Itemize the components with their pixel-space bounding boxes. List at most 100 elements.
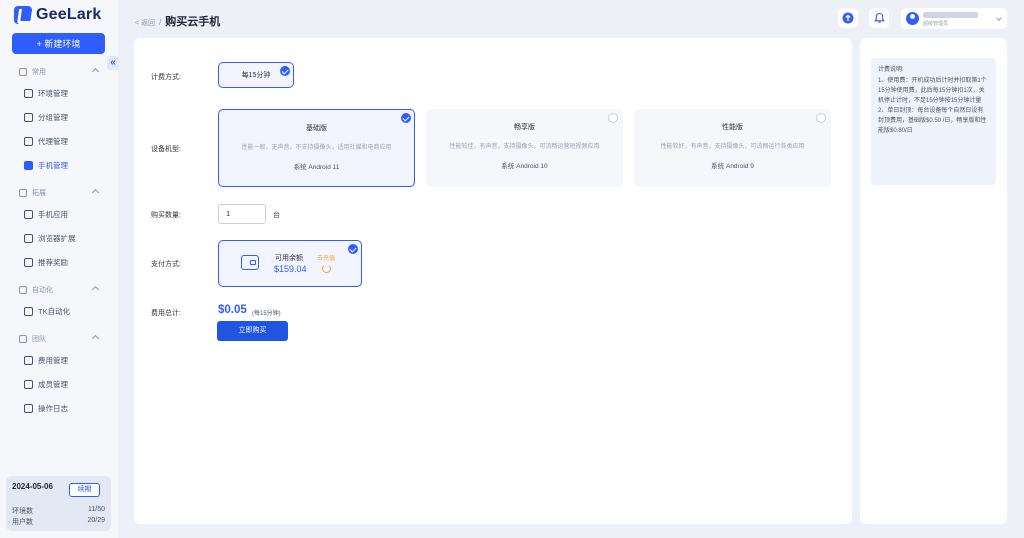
billing-info-box: 计费说明: 1、使用费：开机成功后计时并扣取第1个15分钟使用费，此后每15分钟… bbox=[871, 58, 996, 185]
user-role: 超级管理员 bbox=[923, 21, 949, 27]
nav-group-title[interactable]: 拓展 bbox=[0, 184, 118, 202]
plan-stats-card: 2024-05-06 续期 环境数 11/50 用户数 20/29 bbox=[6, 476, 111, 531]
page-title: 购买云手机 bbox=[165, 16, 221, 28]
wallet-icon bbox=[241, 255, 259, 270]
billing-info-title: 计费说明: bbox=[878, 67, 904, 73]
user-menu[interactable]: 超级管理员 bbox=[901, 8, 1007, 29]
app-logo[interactable]: GeeLark bbox=[14, 6, 101, 24]
chevron-up-icon bbox=[91, 188, 100, 197]
user-name-redacted bbox=[923, 12, 978, 18]
notifications-button[interactable] bbox=[869, 8, 889, 28]
radio-unselected-icon bbox=[608, 113, 618, 123]
model-card-performance[interactable]: 性能版 性能较好，有声音，支持摄像头，可流畅运行各类应用 系统 Android … bbox=[634, 109, 831, 187]
sidebar-item-label: 代理管理 bbox=[38, 136, 68, 146]
sidebar-item-label: 手机应用 bbox=[38, 209, 68, 219]
sidebar-item-environments[interactable]: 环境管理 bbox=[0, 81, 118, 105]
sidebar-item-label: TK自动化 bbox=[38, 306, 71, 316]
total-cost: $0.05 bbox=[218, 304, 247, 316]
model-os: 系统 Android 10 bbox=[501, 163, 548, 170]
model-card-enjoy[interactable]: 畅享版 性能较佳，有声音，支持摄像头，可流畅运营短视频应用 系统 Android… bbox=[426, 109, 623, 187]
sidebar-item-referral[interactable]: 推荐奖励 bbox=[0, 250, 118, 274]
payment-label: 支付方式: bbox=[151, 261, 181, 268]
model-name: 基础版 bbox=[306, 125, 327, 132]
sidebar: GeeLark + 新建环境 常用 环境管理 分组管理 代理管理 手机管理 拓展… bbox=[0, 0, 118, 538]
purchase-form-panel: 计费方式: 每15分钟 设备机型: 基础版 性能一般，无声音，不支持摄像头，适用… bbox=[134, 38, 852, 524]
sidebar-item-groups[interactable]: 分组管理 bbox=[0, 105, 118, 129]
billing-info-line-2: 2、单日封顶：每台设备每个自然日设有封顶费用，基础版$0.50 /日，畅享版和性… bbox=[878, 108, 987, 134]
automation-icon bbox=[19, 286, 27, 294]
quantity-unit: 台 bbox=[273, 212, 280, 219]
balance-label: 可用余额 bbox=[275, 255, 303, 262]
nav-group-extensions: 拓展 手机应用 浏览器扩展 推荐奖励 bbox=[0, 184, 118, 274]
billing-info-panel: 计费说明: 1、使用费：开机成功后计时并扣取第1个15分钟使用费，此后每15分钟… bbox=[860, 38, 1007, 524]
quantity-input[interactable]: 1 bbox=[218, 204, 266, 224]
upload-arrow-icon bbox=[842, 12, 854, 24]
bell-icon bbox=[873, 12, 885, 23]
back-link[interactable]: < 返回 bbox=[135, 18, 155, 28]
sidebar-item-label: 手机管理 bbox=[38, 160, 68, 170]
sidebar-item-label: 推荐奖励 bbox=[38, 257, 68, 267]
billing-label: 计费方式: bbox=[151, 74, 181, 81]
sidebar-item-label: 环境管理 bbox=[38, 88, 68, 98]
model-name: 性能版 bbox=[722, 124, 743, 131]
recharge-link[interactable]: 去充值 bbox=[317, 253, 335, 262]
collapse-sidebar-button[interactable]: « bbox=[107, 56, 119, 70]
payment-option-balance[interactable]: 可用余额 $159.04 去充值 bbox=[218, 240, 362, 287]
model-card-basic[interactable]: 基础版 性能一般，无声音，不支持摄像头，适用社媒和电商应用 系统 Android… bbox=[218, 109, 415, 187]
log-icon bbox=[24, 403, 33, 413]
model-os: 系统 Android 11 bbox=[293, 164, 340, 171]
sidebar-item-phones[interactable]: 手机管理 bbox=[0, 153, 118, 177]
refresh-icon[interactable] bbox=[322, 264, 331, 273]
buy-now-button[interactable]: 立即购买 bbox=[217, 321, 288, 341]
billing-option-15min[interactable]: 每15分钟 bbox=[218, 62, 294, 88]
chevron-down-icon bbox=[996, 15, 1002, 21]
new-environment-button[interactable]: + 新建环境 bbox=[12, 33, 105, 54]
app-icon bbox=[24, 209, 33, 219]
avatar bbox=[906, 12, 919, 25]
sidebar-item-label: 费用管理 bbox=[38, 355, 68, 365]
tiktok-icon bbox=[24, 306, 33, 316]
model-name: 畅享版 bbox=[514, 124, 535, 131]
model-description: 性能较好，有声音，支持摄像头，可流畅运行各类应用 bbox=[660, 144, 805, 150]
check-icon bbox=[401, 113, 411, 123]
chevron-up-icon bbox=[91, 67, 100, 76]
sidebar-item-proxies[interactable]: 代理管理 bbox=[0, 129, 118, 153]
sidebar-item-label: 浏览器扩展 bbox=[38, 233, 76, 243]
sidebar-item-label: 分组管理 bbox=[38, 112, 68, 122]
browser-icon bbox=[24, 88, 33, 98]
sidebar-item-phone-apps[interactable]: 手机应用 bbox=[0, 202, 118, 226]
env-count-row: 环境数 11/50 bbox=[12, 506, 105, 515]
extend-icon bbox=[19, 189, 27, 197]
team-icon bbox=[19, 335, 27, 343]
sidebar-item-logs[interactable]: 操作日志 bbox=[0, 396, 118, 420]
radio-unselected-icon bbox=[816, 113, 826, 123]
proxy-icon bbox=[24, 136, 33, 146]
home-icon bbox=[19, 68, 27, 76]
total-cost-note: (每15分钟) bbox=[252, 311, 281, 317]
sidebar-item-tk-automation[interactable]: TK自动化 bbox=[0, 299, 118, 323]
upload-button[interactable] bbox=[838, 8, 858, 28]
gift-icon bbox=[24, 257, 33, 267]
sidebar-item-members[interactable]: 成员管理 bbox=[0, 372, 118, 396]
nav-group-title[interactable]: 团队 bbox=[0, 330, 118, 348]
nav-group-title[interactable]: 自动化 bbox=[0, 281, 118, 299]
sidebar-item-browser-extensions[interactable]: 浏览器扩展 bbox=[0, 226, 118, 250]
check-icon bbox=[348, 244, 358, 254]
device-model-label: 设备机型: bbox=[151, 146, 181, 153]
balance-value: $159.04 bbox=[274, 264, 307, 274]
billing-option-label: 每15分钟 bbox=[241, 72, 271, 79]
model-os: 系统 Android 9 bbox=[711, 163, 754, 170]
sidebar-item-billing[interactable]: 费用管理 bbox=[0, 348, 118, 372]
quantity-label: 购买数量: bbox=[151, 212, 181, 219]
chevron-up-icon bbox=[91, 334, 100, 343]
total-label: 费用总计: bbox=[151, 310, 181, 317]
sidebar-item-label: 成员管理 bbox=[38, 379, 68, 389]
renew-button[interactable]: 续期 bbox=[69, 483, 100, 497]
nav-group-automation: 自动化 TK自动化 bbox=[0, 281, 118, 323]
breadcrumb-separator: / bbox=[159, 18, 162, 27]
members-icon bbox=[24, 379, 33, 389]
nav-group-title[interactable]: 常用 bbox=[0, 63, 118, 81]
group-icon bbox=[24, 112, 33, 122]
extension-icon bbox=[24, 233, 33, 243]
check-icon bbox=[280, 66, 290, 76]
